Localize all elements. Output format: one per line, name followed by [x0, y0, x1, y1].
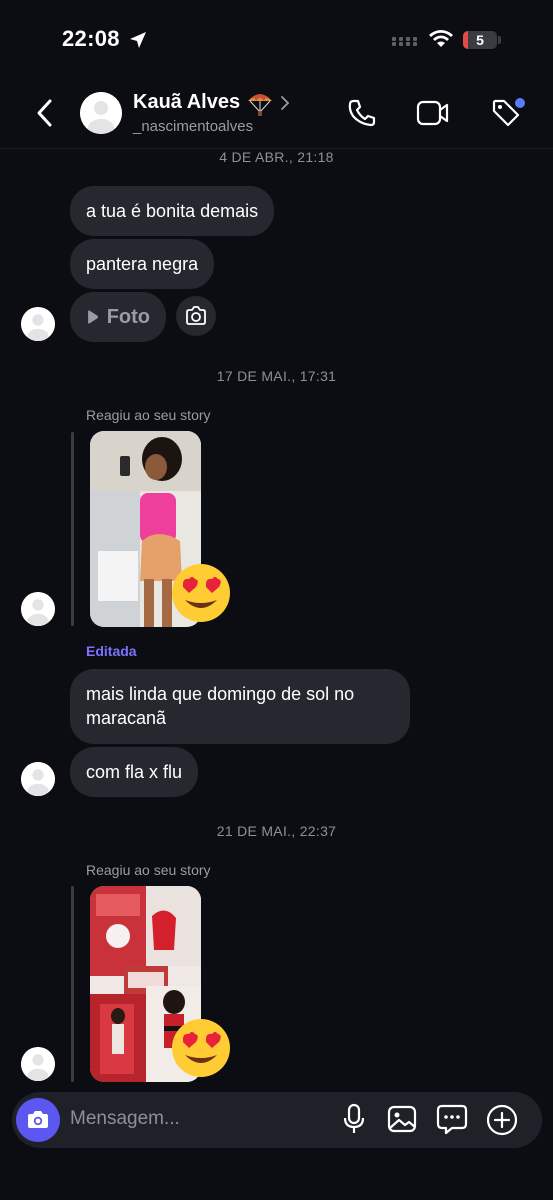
message-bubble[interactable]: a tua é bonita demais — [70, 186, 275, 236]
message-bubble[interactable]: pantera negra — [70, 239, 215, 289]
tag-icon[interactable] — [490, 96, 526, 130]
photo-message-button[interactable]: Foto — [70, 292, 166, 342]
sender-avatar[interactable] — [21, 307, 55, 341]
wifi-icon — [429, 30, 453, 47]
reply-quote-bar — [71, 886, 74, 1082]
parachute-emoji-icon — [248, 94, 272, 116]
cellular-signal-icon — [392, 37, 417, 41]
heart-eyes-emoji-icon — [172, 564, 230, 622]
chevron-right-icon[interactable] — [280, 95, 290, 111]
camera-icon — [28, 1111, 48, 1128]
camera-icon — [186, 306, 206, 325]
contact-username[interactable]: _nascimentoalves — [133, 118, 253, 135]
play-icon — [88, 310, 98, 324]
camera-button[interactable] — [16, 1098, 60, 1142]
story-reaction-label: Reagiu ao seu story — [86, 407, 211, 423]
heart-eyes-emoji-icon — [172, 1019, 230, 1077]
edited-label: Editada — [86, 643, 137, 659]
reaction-emoji — [170, 562, 232, 629]
add-plus-icon[interactable] — [486, 1104, 518, 1136]
date-separator: 4 DE ABR., 21:18 — [219, 149, 334, 165]
microphone-icon[interactable] — [342, 1103, 366, 1135]
contact-name[interactable]: Kauã Alves — [133, 91, 240, 114]
contact-avatar[interactable] — [80, 92, 122, 134]
gallery-icon[interactable] — [386, 1104, 418, 1134]
sender-avatar[interactable] — [21, 592, 55, 626]
message-input[interactable]: Mensagem... — [70, 1108, 180, 1130]
status-time: 22:08 — [62, 26, 120, 51]
reaction-emoji — [170, 1017, 232, 1084]
reply-quote-bar — [71, 432, 74, 626]
message-bubble[interactable]: mais linda que domingo de sol no maracan… — [70, 669, 410, 744]
back-arrow-icon[interactable] — [34, 98, 56, 128]
message-bubble[interactable]: com fla x flu — [70, 747, 199, 797]
battery-level: 5 — [476, 32, 484, 48]
video-call-icon[interactable] — [416, 98, 450, 128]
phone-call-icon[interactable] — [346, 97, 378, 129]
photo-label: Foto — [106, 306, 150, 328]
date-separator: 17 DE MAI., 17:31 — [216, 368, 337, 384]
date-separator: 21 DE MAI., 22:37 — [216, 823, 337, 839]
sender-avatar[interactable] — [21, 762, 55, 796]
battery-tip — [498, 36, 501, 44]
sticker-chat-icon[interactable] — [436, 1103, 468, 1135]
location-arrow-icon — [130, 32, 146, 48]
view-photo-button[interactable] — [176, 296, 216, 336]
battery-icon: 5 — [463, 31, 497, 49]
story-reaction-label: Reagiu ao seu story — [86, 862, 211, 878]
sender-avatar[interactable] — [21, 1047, 55, 1081]
